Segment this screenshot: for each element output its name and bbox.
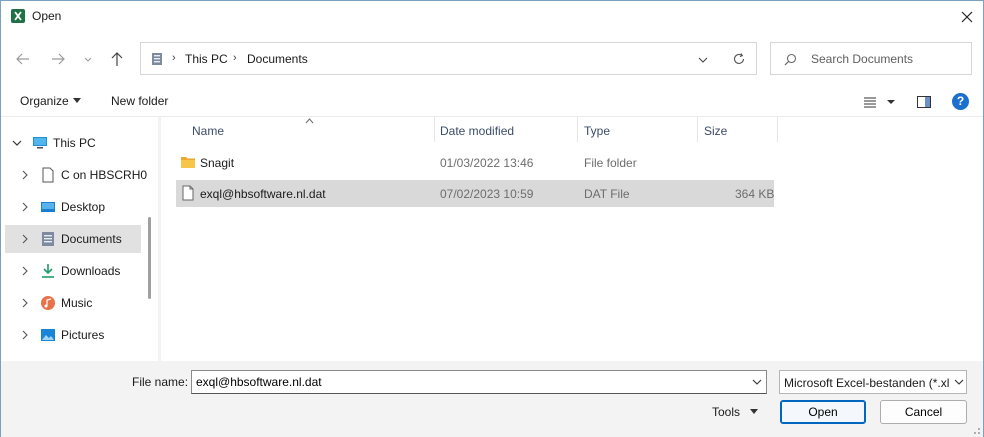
command-bar: Organize New folder ?	[1, 86, 983, 117]
help-icon[interactable]: ?	[952, 93, 969, 110]
organize-button[interactable]: Organize	[20, 94, 81, 108]
chevron-down-icon[interactable]	[697, 54, 709, 66]
chevron-down-icon[interactable]	[12, 138, 22, 148]
dialog-footer: File name: Microsoft Excel-bestanden (*.…	[1, 361, 983, 437]
tree-item-label: This PC	[53, 136, 96, 150]
tools-button[interactable]: Tools	[712, 405, 759, 419]
tree-item-label: Music	[61, 296, 93, 310]
file-type-filter-select[interactable]: Microsoft Excel-bestanden (*.xl	[779, 370, 967, 394]
file-type: DAT File	[584, 187, 630, 201]
excel-icon	[11, 9, 25, 23]
file-row-exql-dat[interactable]: exql@hbsoftware.nl.dat 07/02/2023 10:59 …	[176, 180, 774, 207]
new-folder-button[interactable]: New folder	[111, 94, 168, 108]
breadcrumb-separator-icon[interactable]: ›	[172, 52, 176, 64]
search-placeholder: Search Documents	[811, 52, 914, 66]
chevron-down-icon[interactable]	[752, 378, 762, 386]
tools-label: Tools	[712, 405, 741, 419]
refresh-icon[interactable]	[732, 52, 746, 66]
chevron-right-icon[interactable]	[20, 202, 30, 212]
file-name-label: File name:	[132, 375, 189, 389]
music-icon	[41, 296, 55, 310]
drive-icon	[42, 167, 54, 183]
column-divider[interactable]	[434, 117, 435, 142]
chevron-right-icon[interactable]	[20, 266, 30, 276]
sort-ascending-icon	[305, 118, 314, 124]
tree-item-label: Documents	[61, 232, 122, 246]
forward-arrow-icon[interactable]	[49, 50, 67, 68]
column-header-type[interactable]: Type	[584, 124, 610, 138]
close-icon[interactable]	[957, 7, 977, 27]
column-divider[interactable]	[577, 117, 578, 142]
open-button[interactable]: Open	[780, 400, 866, 424]
chevron-right-icon[interactable]	[20, 234, 30, 244]
tree-item-label: C on HBSCRH0	[61, 168, 148, 182]
open-dialog: Open › This PC › Documents Search Docume…	[0, 0, 984, 437]
file-name: exql@hbsoftware.nl.dat	[200, 187, 326, 201]
view-list-icon[interactable]	[862, 94, 878, 110]
tree-item-label: Desktop	[61, 200, 106, 214]
breadcrumb-documents[interactable]: Documents	[247, 52, 308, 66]
tree-item-desktop[interactable]: Desktop	[1, 193, 141, 221]
column-header-date-modified[interactable]: Date modified	[440, 124, 514, 138]
address-bar[interactable]: › This PC › Documents	[140, 42, 757, 75]
tree-item-documents[interactable]: Documents	[5, 225, 141, 253]
back-arrow-icon[interactable]	[14, 50, 32, 68]
tree-item-label: Pictures	[61, 328, 105, 342]
breadcrumb-separator-icon[interactable]: ›	[233, 52, 237, 64]
preview-pane-icon[interactable]	[916, 94, 932, 110]
recent-locations-chevron-icon[interactable]	[81, 50, 95, 68]
file-date: 01/03/2022 13:46	[440, 156, 534, 170]
pictures-icon	[41, 329, 55, 341]
desktop-icon	[41, 202, 55, 212]
organize-label: Organize	[20, 94, 69, 108]
column-header-name[interactable]: Name	[192, 124, 224, 138]
column-divider[interactable]	[777, 117, 778, 142]
tree-item-downloads[interactable]: Downloads	[1, 257, 141, 285]
file-name-input[interactable]	[191, 370, 767, 394]
tree-item-c-drive[interactable]: C on HBSCRH0	[1, 161, 147, 189]
breadcrumb-this-pc[interactable]: This PC	[185, 52, 228, 66]
tree-item-this-pc[interactable]: This PC	[1, 129, 141, 157]
download-icon	[42, 264, 54, 278]
navigation-pane: This PC C on HBSCRH0 Desktop Documents D…	[1, 117, 158, 361]
chevron-down-icon[interactable]	[954, 378, 964, 386]
file-icon	[182, 185, 194, 201]
navigation-bar: › This PC › Documents Search Documents	[1, 32, 983, 86]
navigation-scrollbar[interactable]	[148, 217, 151, 299]
search-icon	[784, 53, 797, 66]
tree-item-music[interactable]: Music	[1, 289, 141, 317]
folder-icon	[181, 157, 195, 168]
tree-item-label: Downloads	[61, 264, 121, 278]
search-box[interactable]: Search Documents	[770, 42, 972, 75]
resize-grip-icon[interactable]	[969, 423, 981, 435]
window-title: Open	[32, 9, 62, 23]
file-date: 07/02/2023 10:59	[440, 187, 534, 201]
caret-down-icon	[72, 98, 81, 103]
file-type: File folder	[584, 156, 637, 170]
file-row-snagit[interactable]: Snagit 01/03/2022 13:46 File folder	[176, 149, 774, 176]
caret-down-icon	[750, 409, 759, 414]
chevron-right-icon[interactable]	[20, 330, 30, 340]
cancel-button[interactable]: Cancel	[880, 400, 967, 424]
file-size: 364 KB	[735, 187, 775, 201]
file-name: Snagit	[200, 156, 235, 170]
tree-item-pictures[interactable]: Pictures	[1, 321, 141, 349]
file-list: Name Date modified Type Size Snagit 01/0…	[161, 117, 983, 361]
pc-icon	[152, 53, 162, 65]
column-header-size[interactable]: Size	[704, 124, 727, 138]
chevron-right-icon[interactable]	[20, 298, 30, 308]
view-options-caret-icon[interactable]	[885, 94, 897, 110]
documents-icon	[42, 232, 54, 246]
column-divider[interactable]	[697, 117, 698, 142]
pc-icon	[33, 137, 47, 149]
title-bar: Open	[1, 1, 983, 32]
chevron-right-icon[interactable]	[20, 170, 30, 180]
up-arrow-icon[interactable]	[108, 50, 126, 68]
